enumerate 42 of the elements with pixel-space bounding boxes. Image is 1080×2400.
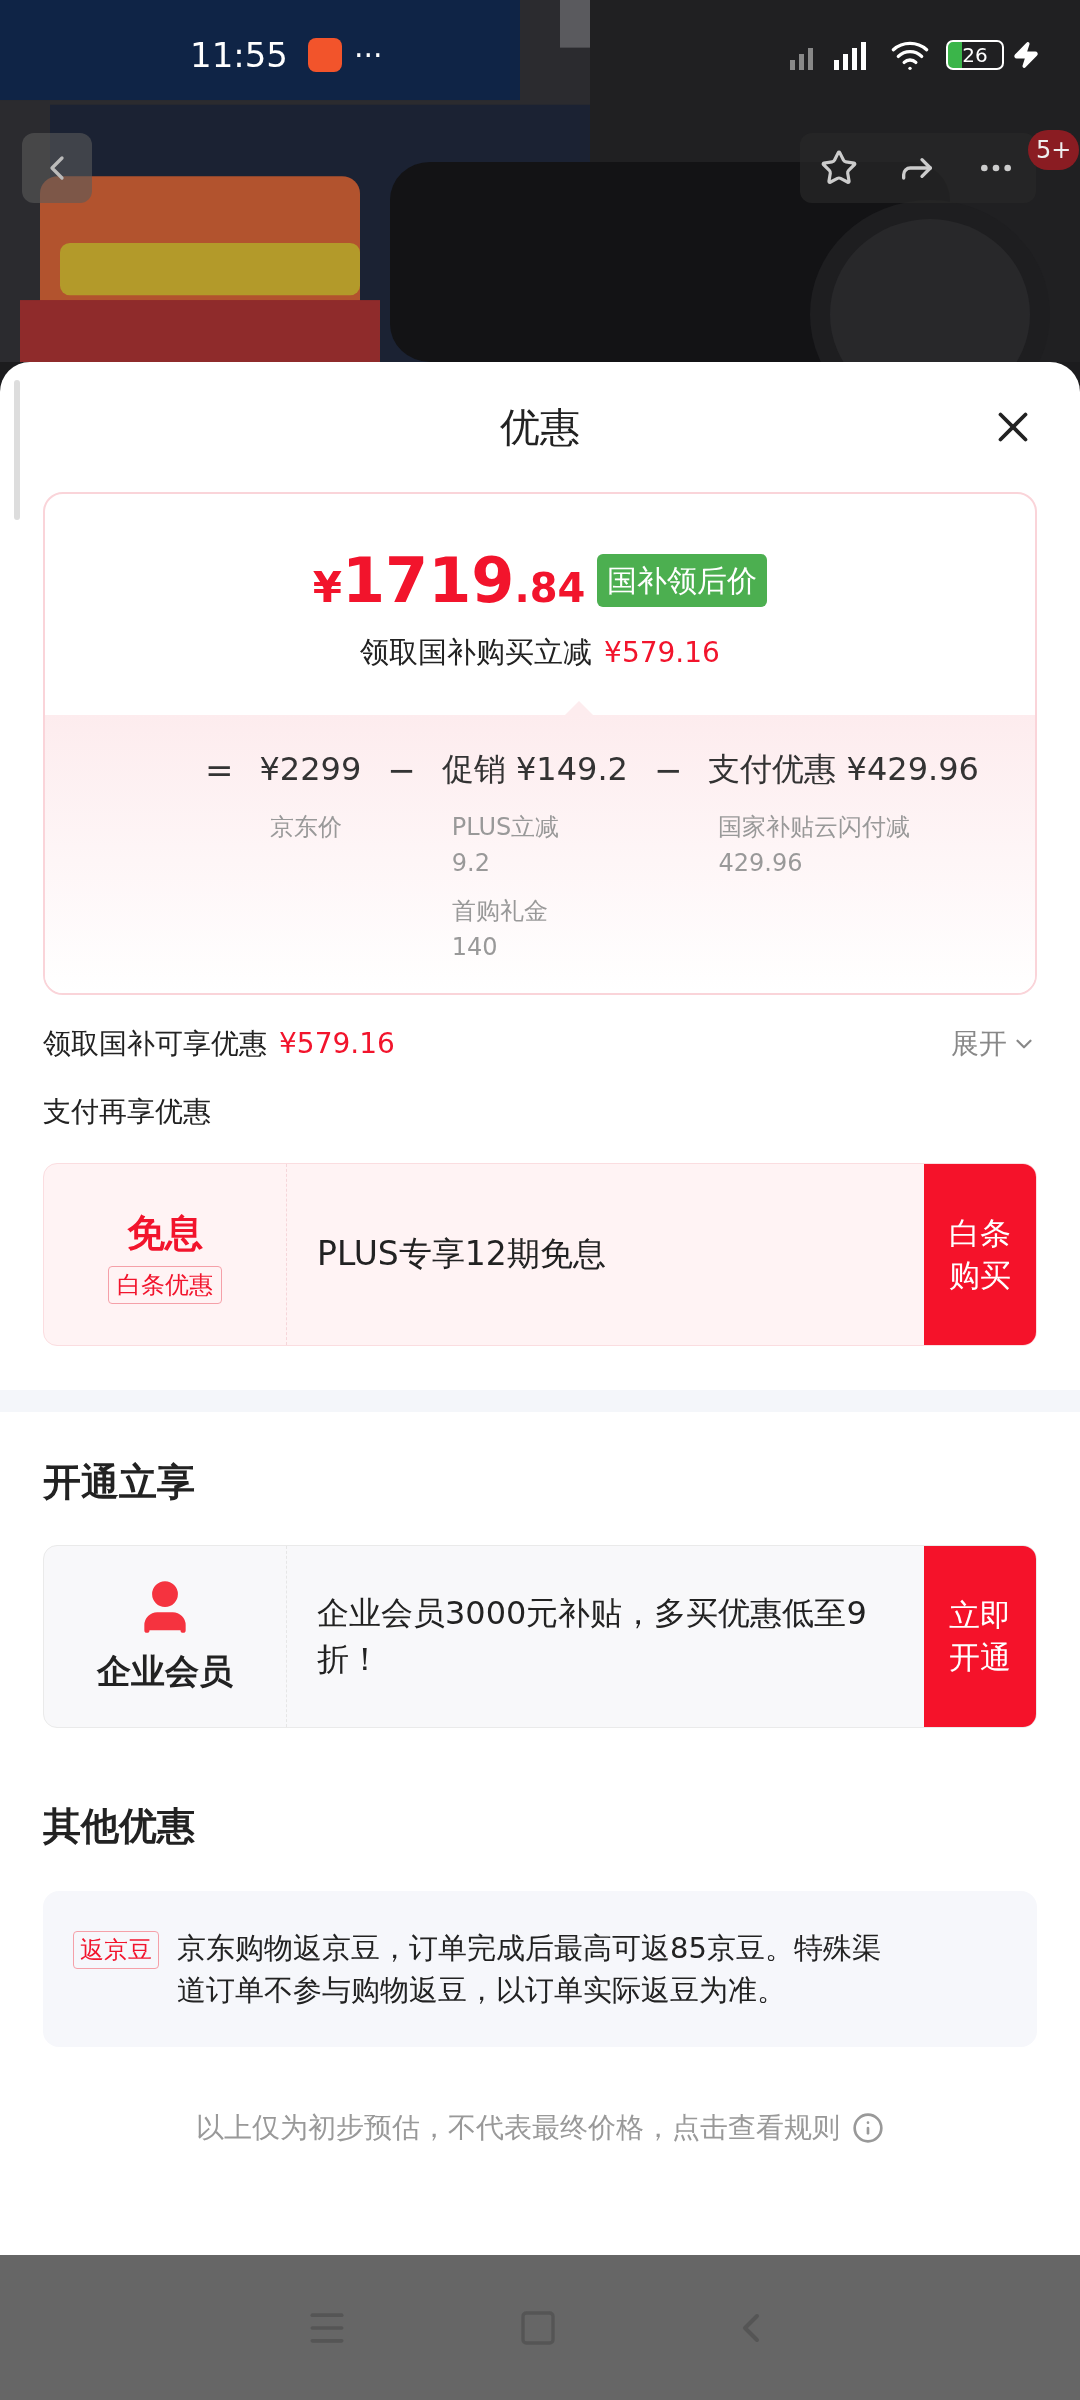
battery-indicator: 26 <box>946 40 1004 70</box>
breakdown-amount: 支付优惠 ¥429.96 <box>708 748 979 790</box>
detail-label: 首购礼金 <box>451 895 549 927</box>
app-icon <box>308 38 342 72</box>
charging-icon <box>1012 41 1040 69</box>
detail-label: PLUS立减 <box>451 811 561 843</box>
sheet-title: 优惠 <box>500 403 580 452</box>
subsidy-amount: ¥579.16 <box>279 1025 395 1062</box>
status-time: 11:55 <box>190 33 288 77</box>
price-subtitle: 领取国补购买立减 <box>360 634 593 671</box>
subsidy-label: 领取国补可享优惠 <box>43 1025 267 1062</box>
detail-value: 9.2 <box>451 847 491 879</box>
detail-label: 国家补贴云闪付减 <box>718 811 912 843</box>
detail-value: 140 <box>451 931 499 963</box>
offer-headline: 免息 <box>127 1209 203 1257</box>
section-title: 开通立享 <box>43 1458 196 1506</box>
favorite-icon[interactable] <box>819 149 858 187</box>
detail-value: 429.96 <box>718 847 804 879</box>
offer-text: PLUS专享12期免息 <box>316 1233 607 1276</box>
membership-text: 企业会员3000元补贴，多买优惠低至9折！ <box>316 1593 868 1680</box>
section-subtitle: 支付再享优惠 <box>43 1093 212 1130</box>
bean-tag: 返京豆 <box>73 1930 159 1969</box>
operator: = <box>205 748 234 792</box>
expand-toggle[interactable]: 展开 <box>951 1022 1037 1065</box>
operator: − <box>387 748 416 792</box>
detail-label: 京东价 <box>269 811 343 843</box>
membership-action-button[interactable]: 立即开通 <box>924 1545 1036 1727</box>
info-icon[interactable] <box>852 2111 884 2144</box>
final-price: ¥1719.84 <box>312 543 586 619</box>
section-title: 其他优惠 <box>43 1802 196 1850</box>
breakdown-amount: 促销 ¥149.2 <box>441 748 628 790</box>
bean-text: 京东购物返京豆，订单完成后最高可返85京豆。特殊渠道订单不参与购物返豆，以订单实际返豆为准。 <box>177 1929 882 2009</box>
notification-more: ··· <box>354 36 383 75</box>
disclaimer-link[interactable]: 以上仅为初步预估，不代表最终价格，点击查看规则 <box>196 2106 840 2149</box>
subtitle-amount: ¥579.16 <box>604 634 720 671</box>
membership-name: 企业会员 <box>97 1649 233 1693</box>
offer-tag: 白条优惠 <box>108 1265 222 1304</box>
operator: − <box>653 748 683 792</box>
offer-action-button[interactable]: 白条购买 <box>924 1163 1036 1345</box>
back-button[interactable] <box>22 133 92 203</box>
breakdown-amount: ¥2299 <box>259 748 362 790</box>
price-tag: 国补领后价 <box>597 554 768 607</box>
